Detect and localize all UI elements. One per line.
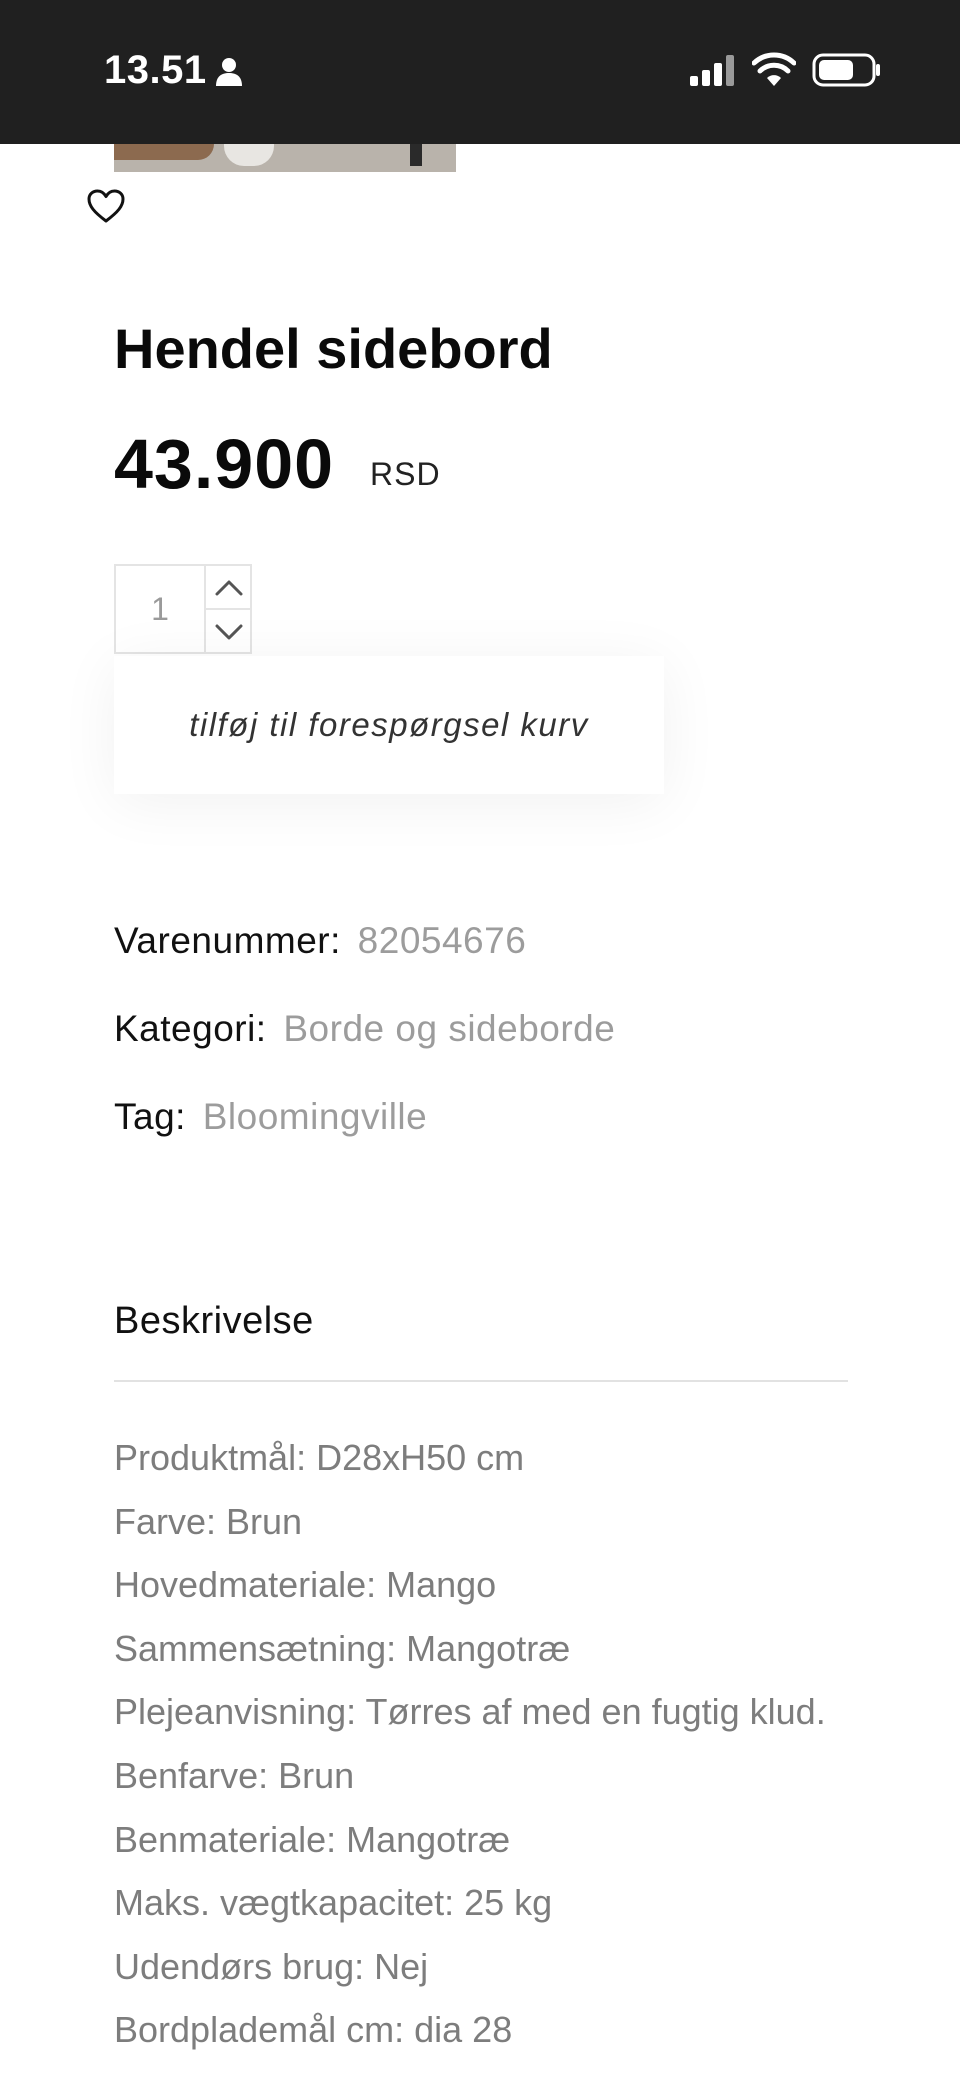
status-bar: 13.51 bbox=[0, 0, 960, 144]
list-item: Udendørs brug: Nej bbox=[114, 1945, 429, 1987]
sku-value: 82054676 bbox=[357, 920, 527, 961]
list-item: Benmateriale: Mangotræ bbox=[114, 1818, 511, 1860]
price-currency: RSD bbox=[370, 456, 441, 492]
wifi-icon bbox=[752, 52, 796, 86]
tag-label: Tag: bbox=[114, 1096, 186, 1137]
quantity-increase-button[interactable] bbox=[204, 564, 252, 610]
list-item: Maks. vægtkapacitet: 25 kg bbox=[114, 1882, 553, 1924]
category-row: Kategori: Borde og sideborde bbox=[114, 1008, 615, 1050]
status-time: 13.51 bbox=[104, 48, 207, 92]
signal-icon bbox=[690, 55, 734, 86]
product-price: 43.900 bbox=[114, 425, 335, 503]
chevron-down-icon bbox=[215, 624, 243, 640]
description-list: Produktmål: D28xH50 cm Farve: Brun Hoved… bbox=[114, 1432, 914, 2068]
sku-row: Varenummer: 82054676 bbox=[114, 920, 526, 962]
tag-link[interactable]: Bloomingville bbox=[203, 1096, 428, 1137]
product-image[interactable] bbox=[114, 144, 456, 172]
image-detail bbox=[224, 144, 274, 166]
chevron-up-icon bbox=[215, 580, 243, 596]
list-item: Hovedmateriale: Mango bbox=[114, 1564, 497, 1606]
list-item: Bordplademål cm: dia 28 bbox=[114, 2009, 513, 2051]
category-link[interactable]: Borde og sideborde bbox=[283, 1008, 615, 1049]
divider bbox=[114, 1380, 848, 1382]
list-item: Benfarve: Brun bbox=[114, 1754, 355, 1796]
quantity-decrease-button[interactable] bbox=[204, 608, 252, 654]
tag-row: Tag: Bloomingville bbox=[114, 1096, 427, 1138]
quantity-input[interactable]: 1 bbox=[114, 564, 206, 654]
list-item: Produktmål: D28xH50 cm bbox=[114, 1437, 525, 1478]
add-to-inquiry-cart-label: tilføj til forespørgsel kurv bbox=[189, 706, 589, 743]
description-tab[interactable]: Beskrivelse bbox=[114, 1300, 314, 1343]
person-icon bbox=[216, 58, 242, 86]
battery-icon bbox=[812, 53, 880, 87]
image-detail bbox=[114, 144, 214, 160]
list-item: Farve: Brun bbox=[114, 1500, 303, 1542]
heart-icon[interactable] bbox=[86, 188, 126, 224]
list-item: Plejeanvisning: Tørres af med en fugtig … bbox=[114, 1691, 826, 1733]
image-detail bbox=[410, 144, 422, 166]
add-to-inquiry-cart-button[interactable]: tilføj til forespørgsel kurv bbox=[114, 656, 664, 794]
sku-label: Varenummer: bbox=[114, 920, 341, 961]
category-label: Kategori: bbox=[114, 1008, 267, 1049]
product-title: Hendel sidebord bbox=[114, 317, 553, 380]
list-item: Sammensætning: Mangotræ bbox=[114, 1627, 571, 1669]
